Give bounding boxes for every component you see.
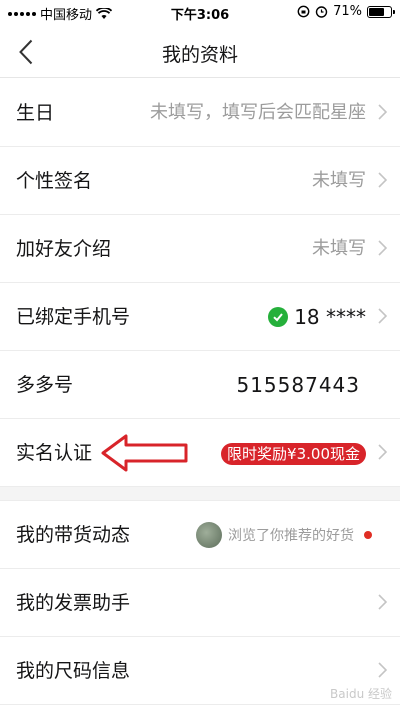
activity-preview: 浏览了你推荐的好货: [196, 501, 372, 569]
alarm-icon: [315, 6, 328, 18]
row-friend-intro[interactable]: 加好友介绍 未填写: [0, 215, 400, 283]
verified-check-icon: [268, 307, 289, 327]
section-divider: [0, 487, 400, 501]
chevron-right-icon: [378, 104, 387, 120]
row-phone[interactable]: 已绑定手机号 18 ****: [0, 283, 400, 351]
reward-badge: 限时奖励¥3.00现金: [221, 443, 366, 465]
battery-icon: [367, 5, 395, 18]
row-duoduo-id[interactable]: 多多号 515587443: [0, 351, 400, 419]
rotation-lock-icon: [297, 5, 310, 18]
row-label-friend-intro: 加好友介绍: [16, 238, 112, 260]
phone-number: 18 ****: [294, 305, 366, 329]
row-real-name[interactable]: 实名认证 限时奖励¥3.00现金: [0, 419, 400, 487]
duoduo-id-value: 515587443: [236, 373, 360, 397]
row-label-size-info: 我的尺码信息: [16, 660, 131, 682]
status-bar: 中国移动 下午3:06 71%: [0, 0, 400, 26]
row-value-birthday: 未填写，填写后会匹配星座: [150, 102, 366, 123]
battery-percent: 71%: [333, 4, 362, 19]
profile-list: 生日 未填写，填写后会匹配星座 个性签名 未填写 加好友介绍 未填写 已绑定手机…: [0, 79, 400, 705]
nav-bar: 我的资料: [0, 26, 400, 78]
row-label-real-name: 实名认证: [16, 442, 93, 464]
chevron-right-icon: [378, 444, 387, 460]
avatar: [196, 522, 222, 548]
row-activity[interactable]: 我的带货动态 浏览了你推荐的好货: [0, 501, 400, 569]
row-label-phone: 已绑定手机号: [16, 306, 131, 328]
annotation-arrow-icon: [101, 434, 188, 472]
chevron-right-icon: [378, 172, 387, 188]
row-birthday[interactable]: 生日 未填写，填写后会匹配星座: [0, 79, 400, 147]
row-label-signature: 个性签名: [16, 170, 93, 192]
chevron-right-icon: [378, 662, 387, 678]
phone-value: 18 ****: [268, 283, 366, 351]
row-label-birthday: 生日: [16, 102, 55, 124]
unread-dot-icon: [364, 531, 372, 539]
chevron-right-icon: [378, 594, 387, 610]
row-invoice[interactable]: 我的发票助手: [0, 569, 400, 637]
chevron-right-icon: [378, 240, 387, 256]
row-label-activity: 我的带货动态: [16, 524, 131, 546]
watermark: Baidu 经验: [330, 687, 392, 701]
row-value-signature: 未填写: [312, 170, 366, 191]
row-label-duoduo-id: 多多号: [16, 374, 74, 396]
status-right: 71%: [297, 4, 395, 19]
row-signature[interactable]: 个性签名 未填写: [0, 147, 400, 215]
row-value-friend-intro: 未填写: [312, 238, 366, 259]
chevron-right-icon: [378, 308, 387, 324]
activity-text: 浏览了你推荐的好货: [228, 528, 354, 544]
page-title: 我的资料: [161, 44, 238, 66]
row-label-invoice: 我的发票助手: [16, 592, 131, 614]
